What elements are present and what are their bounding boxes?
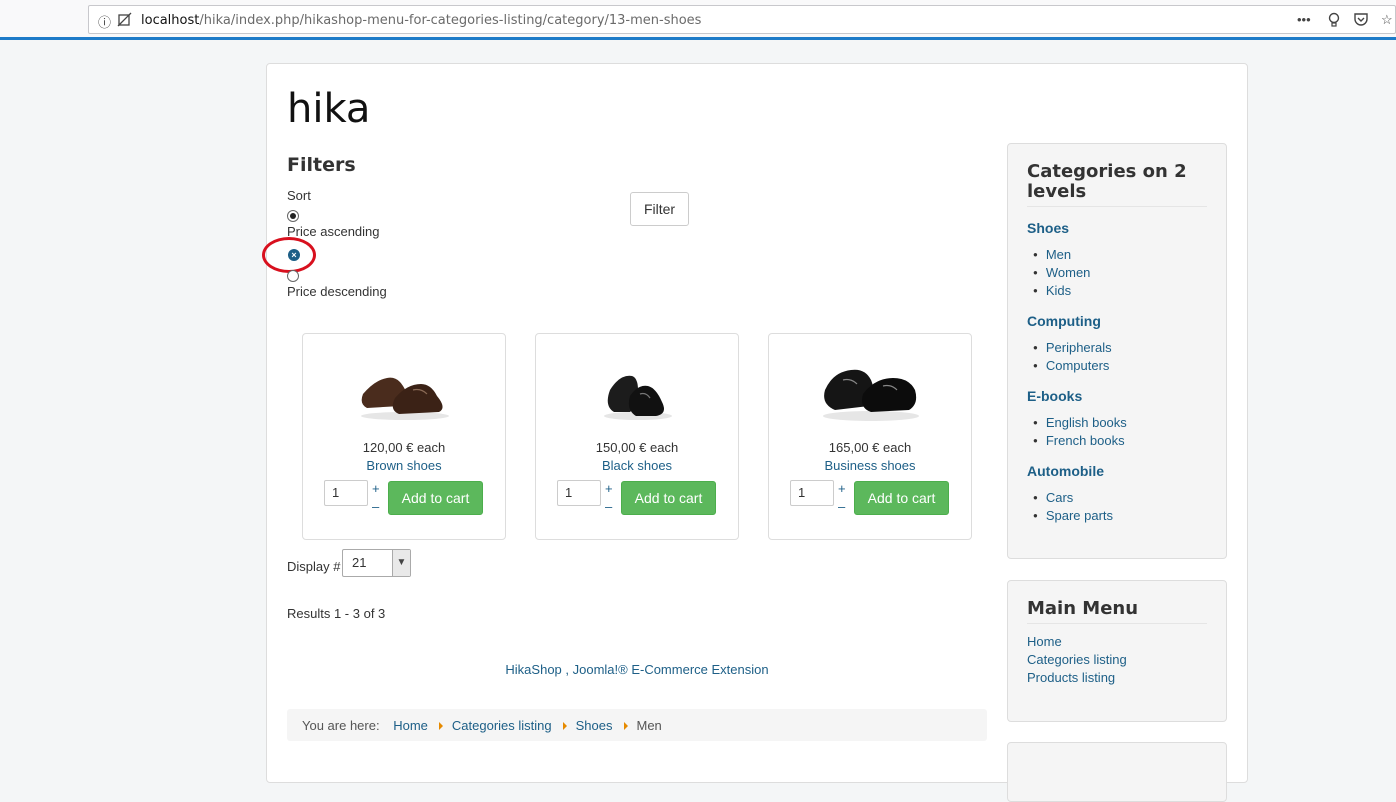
categories-module: Categories on 2 levels Shoes Men Women K… bbox=[1007, 143, 1227, 559]
powered-by-link[interactable]: HikaShop , Joomla!® E-Commerce Extension bbox=[267, 662, 1007, 677]
quantity-minus-button[interactable]: – bbox=[372, 499, 379, 514]
product-name-link[interactable]: Black shoes bbox=[536, 458, 738, 473]
brown-shoes-image[interactable] bbox=[353, 350, 457, 426]
filters-heading: Filters bbox=[287, 154, 356, 176]
sort-desc-radio[interactable] bbox=[287, 270, 299, 282]
quantity-plus-button[interactable]: + bbox=[372, 481, 380, 496]
quantity-minus-button[interactable]: – bbox=[838, 499, 845, 514]
category-item-english-books[interactable]: English books bbox=[1033, 414, 1207, 432]
breadcrumb-separator-icon bbox=[562, 722, 567, 730]
sort-asc-label: Price ascending bbox=[287, 224, 380, 239]
category-list: English books French books bbox=[1033, 414, 1207, 450]
category-list: Cars Spare parts bbox=[1033, 489, 1207, 525]
product-card: 165,00 € each Business shoes 1 + – Add t… bbox=[768, 333, 972, 540]
add-to-cart-button[interactable]: Add to cart bbox=[388, 481, 483, 515]
info-icon[interactable]: ⓘ bbox=[98, 12, 111, 31]
quantity-plus-button[interactable]: + bbox=[838, 481, 846, 496]
quantity-minus-button[interactable]: – bbox=[605, 499, 612, 514]
product-price: 120,00 € each bbox=[362, 440, 446, 455]
quantity-input[interactable]: 1 bbox=[790, 480, 834, 506]
product-card: 150,00 € each Black shoes 1 + – Add to c… bbox=[535, 333, 739, 540]
pocket-icon[interactable] bbox=[1353, 12, 1369, 30]
breadcrumb-current: Men bbox=[636, 718, 662, 733]
category-ebooks[interactable]: E-books bbox=[1027, 388, 1207, 404]
category-item-kids[interactable]: Kids bbox=[1033, 282, 1207, 300]
tracking-protection-icon[interactable] bbox=[117, 12, 132, 30]
lightbulb-icon[interactable] bbox=[1327, 12, 1341, 31]
page-actions-icon[interactable]: ••• bbox=[1297, 12, 1311, 27]
category-item-men[interactable]: Men bbox=[1033, 246, 1207, 264]
display-count-value: 21 bbox=[352, 555, 367, 570]
filter-button[interactable]: Filter bbox=[630, 192, 689, 226]
category-computing[interactable]: Computing bbox=[1027, 313, 1207, 329]
category-item-computers[interactable]: Computers bbox=[1033, 357, 1207, 375]
product-price: 150,00 € each bbox=[595, 440, 679, 455]
chevron-down-icon: ▼ bbox=[392, 550, 410, 576]
breadcrumb: You are here: Home Categories listing Shoe… bbox=[287, 709, 987, 741]
browser-toolbar: ⓘ localhost/hika/index.php/hikashop-menu… bbox=[0, 0, 1396, 40]
next-module bbox=[1007, 742, 1227, 802]
display-label: Display # bbox=[287, 559, 341, 574]
menu-item-products-listing[interactable]: Products listing bbox=[1027, 669, 1207, 687]
category-item-women[interactable]: Women bbox=[1033, 264, 1207, 282]
menu-item-categories-listing[interactable]: Categories listing bbox=[1027, 651, 1207, 669]
quantity-input[interactable]: 1 bbox=[324, 480, 368, 506]
page-container: hika Filters Sort Price ascending × Pric… bbox=[262, 63, 1248, 802]
categories-module-title: Categories on 2 levels bbox=[1027, 162, 1207, 207]
add-to-cart-button[interactable]: Add to cart bbox=[621, 481, 716, 515]
product-name-link[interactable]: Brown shoes bbox=[303, 458, 505, 473]
breadcrumb-categories[interactable]: Categories listing bbox=[452, 718, 552, 733]
breadcrumb-separator-icon bbox=[438, 722, 443, 730]
category-item-peripherals[interactable]: Peripherals bbox=[1033, 339, 1207, 357]
main-menu-title: Main Menu bbox=[1027, 599, 1207, 624]
category-item-spare-parts[interactable]: Spare parts bbox=[1033, 507, 1207, 525]
results-count: Results 1 - 3 of 3 bbox=[287, 606, 386, 621]
product-card: 120,00 € each Brown shoes 1 + – Add to c… bbox=[302, 333, 506, 540]
product-name-link[interactable]: Business shoes bbox=[769, 458, 971, 473]
quantity-plus-button[interactable]: + bbox=[605, 481, 613, 496]
breadcrumb-home[interactable]: Home bbox=[393, 718, 428, 733]
breadcrumb-prefix: You are here: bbox=[302, 718, 380, 733]
main-menu-list: Home Categories listing Products listing bbox=[1027, 633, 1207, 687]
annotation-circle bbox=[262, 237, 316, 273]
category-automobile[interactable]: Automobile bbox=[1027, 463, 1207, 479]
category-list: Men Women Kids bbox=[1033, 246, 1207, 300]
url-text: localhost/hika/index.php/hikashop-menu-f… bbox=[141, 13, 702, 28]
display-count-select[interactable]: 21 ▼ bbox=[342, 549, 411, 577]
main-menu-module: Main Menu Home Categories listing Produc… bbox=[1007, 580, 1227, 722]
breadcrumb-shoes[interactable]: Shoes bbox=[576, 718, 613, 733]
quantity-input[interactable]: 1 bbox=[557, 480, 601, 506]
category-shoes[interactable]: Shoes bbox=[1027, 220, 1207, 236]
sort-asc-radio[interactable] bbox=[287, 210, 299, 222]
product-price: 165,00 € each bbox=[828, 440, 912, 455]
sort-desc-label: Price descending bbox=[287, 284, 387, 299]
category-list: Peripherals Computers bbox=[1033, 339, 1207, 375]
address-bar[interactable]: ⓘ localhost/hika/index.php/hikashop-menu… bbox=[88, 5, 1396, 34]
business-shoes-image[interactable] bbox=[819, 350, 923, 426]
add-to-cart-button[interactable]: Add to cart bbox=[854, 481, 949, 515]
category-item-cars[interactable]: Cars bbox=[1033, 489, 1207, 507]
breadcrumb-separator-icon bbox=[623, 722, 628, 730]
category-item-french-books[interactable]: French books bbox=[1033, 432, 1207, 450]
star-icon[interactable]: ☆ bbox=[1381, 12, 1393, 28]
black-shoes-image[interactable] bbox=[586, 350, 690, 426]
sort-label: Sort bbox=[287, 188, 311, 203]
site-title[interactable]: hika bbox=[287, 86, 370, 132]
menu-item-home[interactable]: Home bbox=[1027, 633, 1207, 651]
